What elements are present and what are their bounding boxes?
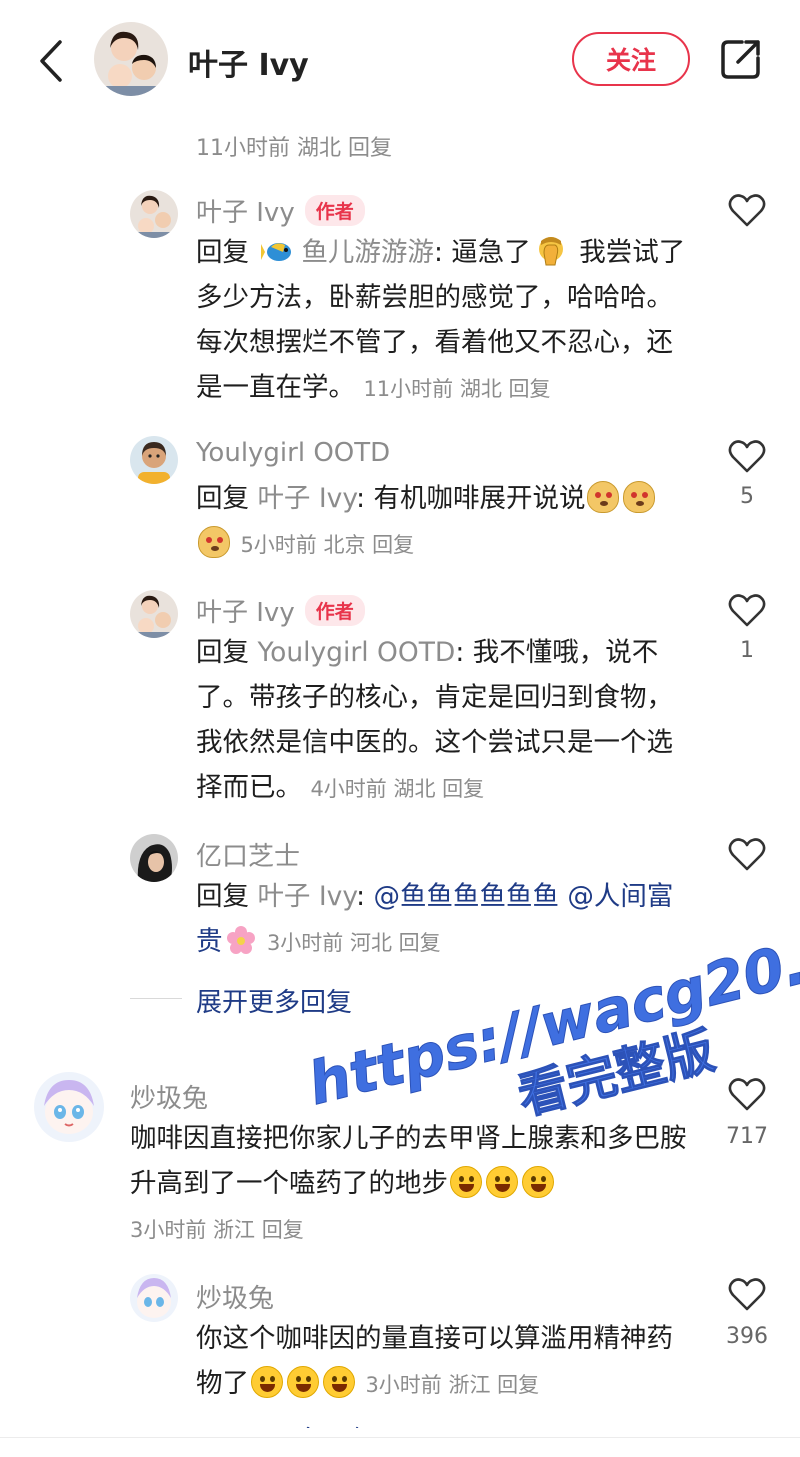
heart-icon[interactable] bbox=[728, 838, 766, 872]
reply-to-user[interactable]: 鱼儿游游游 bbox=[301, 237, 434, 268]
avatar[interactable] bbox=[130, 190, 178, 238]
reply-meta: 5小时前 北京 回复 bbox=[240, 533, 415, 557]
reply-to-user[interactable]: Youlygirl OOTD bbox=[257, 637, 455, 668]
avatar[interactable] bbox=[130, 1274, 178, 1322]
facepalm-emoji-icon bbox=[538, 237, 563, 266]
reply-meta: 4小时前 湖北 回复 bbox=[310, 777, 485, 801]
reply-author-name[interactable]: 叶子 Ivy bbox=[196, 198, 295, 228]
reply-meta: 3小时前 浙江 回复 bbox=[365, 1373, 540, 1397]
watermark-overlay: https://wacg20.com 看完整版 bbox=[301, 896, 800, 1127]
author-avatar[interactable] bbox=[94, 22, 168, 96]
grinning-emoji-icon bbox=[450, 1166, 482, 1198]
reply-author-name[interactable]: 炒圾兔 bbox=[196, 1278, 274, 1315]
avatar[interactable] bbox=[130, 834, 178, 882]
reply-text: : 逼急了 bbox=[433, 237, 531, 268]
heart-icon[interactable] bbox=[728, 1278, 766, 1312]
author-badge: 作者 bbox=[304, 195, 365, 226]
dog-emoji-icon bbox=[587, 481, 620, 513]
comment-body: 咖啡因直接把你家儿子的去甲肾上腺素和多巴胺升高到了一个嗑药了的地步 3小时前 浙… bbox=[130, 1116, 696, 1253]
reply-body: 你这个咖啡因的量直接可以算滥用精神药物了 3小时前 浙江 回复 bbox=[196, 1316, 696, 1408]
author-badge: 作者 bbox=[304, 595, 365, 626]
grinning-emoji-icon bbox=[522, 1166, 554, 1198]
dog-emoji-icon bbox=[623, 481, 656, 513]
comment-author-name[interactable]: 炒圾兔 bbox=[130, 1078, 208, 1115]
reply-meta: 11小时前 湖北 回复 bbox=[363, 377, 551, 401]
reply-author[interactable]: 叶子 Ivy 作者 bbox=[196, 192, 365, 229]
grinning-emoji-icon bbox=[251, 1366, 283, 1398]
avatar[interactable] bbox=[130, 590, 178, 638]
grinning-emoji-icon bbox=[486, 1166, 518, 1198]
fish-emoji-icon bbox=[261, 243, 292, 261]
reply-body: 回复 Youlygirl OOTD: 我不懂哦，说不了。带孩子的核心，肯定是回归… bbox=[196, 630, 696, 812]
back-arrow-icon[interactable] bbox=[34, 38, 70, 84]
dog-emoji-icon bbox=[198, 526, 230, 558]
reply-body: 回复 鱼儿游游游: 逼急了 我尝试了多少方法，卧薪尝胆的感觉了，哈哈哈。每次想摆… bbox=[196, 230, 696, 412]
reply-author-name[interactable]: Youlygirl OOTD bbox=[196, 438, 390, 468]
reply-text: : 有机咖啡展开说说 bbox=[356, 483, 586, 514]
avatar[interactable] bbox=[34, 1072, 104, 1142]
reply-author-name[interactable]: 亿口芝士 bbox=[196, 836, 300, 873]
reply-prefix: 回复 bbox=[196, 483, 249, 514]
reply-to-user[interactable]: 叶子 Ivy bbox=[257, 483, 356, 514]
like-count: 5 bbox=[740, 484, 754, 509]
divider bbox=[0, 1437, 800, 1438]
grinning-emoji-icon bbox=[287, 1366, 319, 1398]
heart-icon[interactable] bbox=[728, 194, 766, 228]
avatar[interactable] bbox=[130, 436, 178, 484]
reply-prefix: 回复 bbox=[196, 637, 249, 668]
reply-author-name[interactable]: 叶子 Ivy bbox=[196, 598, 295, 628]
share-icon[interactable] bbox=[718, 36, 764, 82]
reply-body: 回复 叶子 Ivy: 有机咖啡展开说说 5小时前 北京 回复 bbox=[196, 476, 696, 568]
flower-emoji-icon bbox=[226, 926, 255, 954]
grinning-emoji-icon bbox=[323, 1366, 355, 1398]
top-bar: 叶子 Ivy 关注 bbox=[0, 0, 800, 120]
like-count: 396 bbox=[726, 1324, 768, 1349]
bottom-mask bbox=[0, 1428, 800, 1457]
reply-prefix: 回复 bbox=[196, 237, 249, 268]
reply-prefix: 回复 bbox=[196, 881, 249, 912]
heart-icon[interactable] bbox=[728, 440, 766, 474]
like-count: 1 bbox=[740, 638, 754, 663]
divider bbox=[130, 998, 182, 999]
heart-icon[interactable] bbox=[728, 594, 766, 628]
follow-button[interactable]: 关注 bbox=[572, 32, 690, 86]
comment-meta: 3小时前 浙江 回复 bbox=[130, 1218, 304, 1242]
author-name[interactable]: 叶子 Ivy bbox=[188, 40, 309, 84]
comment-meta: 11小时前 湖北 回复 bbox=[196, 136, 392, 161]
reply-author[interactable]: 叶子 Ivy 作者 bbox=[196, 592, 365, 629]
